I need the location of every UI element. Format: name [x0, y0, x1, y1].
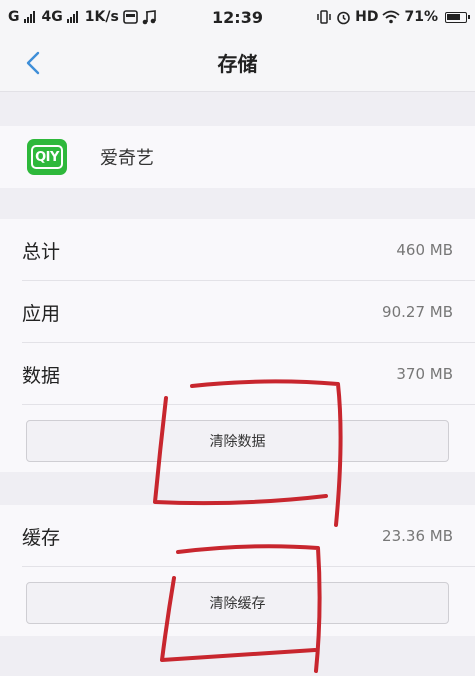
row-value: 460 MB	[396, 241, 453, 259]
status-right: HD 71%	[316, 9, 470, 25]
music-icon	[142, 9, 156, 24]
battery-icon	[445, 11, 470, 23]
clear-cache-button[interactable]: 清除缓存	[26, 582, 449, 624]
app-logo-text: QIY	[31, 145, 63, 169]
status-left: G 4G 1K/s	[8, 9, 156, 25]
carrier2-label: 4G	[41, 9, 63, 25]
clear-data-button[interactable]: 清除数据	[26, 420, 449, 462]
clear-cache-wrap: 清除缓存	[0, 567, 475, 624]
hd-label: HD	[355, 9, 379, 25]
row-label: 数据	[22, 364, 61, 387]
status-bar: G 4G 1K/s 12:39 HD 71%	[0, 0, 475, 34]
signal-4g-icon	[66, 11, 78, 23]
storage-row-app: 应用 90.27 MB	[0, 281, 475, 343]
row-value: 90.27 MB	[382, 303, 453, 321]
network-speed: 1K/s	[84, 9, 119, 25]
row-label: 总计	[22, 240, 61, 263]
app-name: 爱奇艺	[100, 148, 154, 169]
nav-bar: 存储	[0, 34, 475, 92]
app-info-row: QIY 爱奇艺	[0, 126, 475, 188]
signal-icon	[23, 11, 35, 23]
clear-data-wrap: 清除数据	[0, 405, 475, 462]
vibrate-icon	[317, 10, 331, 24]
row-value: 370 MB	[396, 365, 453, 383]
alarm-icon	[337, 11, 350, 24]
battery-percent: 71%	[404, 9, 438, 25]
app-logo-icon: QIY	[27, 139, 67, 175]
row-label: 应用	[22, 302, 61, 325]
back-chevron-icon[interactable]	[22, 50, 46, 76]
storage-row-total: 总计 460 MB	[0, 219, 475, 281]
cache-section: 缓存 23.36 MB 清除缓存	[0, 505, 475, 636]
page-title: 存储	[217, 52, 258, 76]
wifi-icon	[382, 10, 401, 24]
carrier1-label: G	[8, 9, 20, 25]
row-value: 23.36 MB	[382, 527, 453, 545]
cache-row: 缓存 23.36 MB	[0, 505, 475, 567]
notification-icon	[122, 10, 138, 24]
storage-section: 总计 460 MB 应用 90.27 MB 数据 370 MB 清除数据	[0, 219, 475, 472]
row-label: 缓存	[22, 526, 61, 549]
storage-row-data: 数据 370 MB	[0, 343, 475, 405]
